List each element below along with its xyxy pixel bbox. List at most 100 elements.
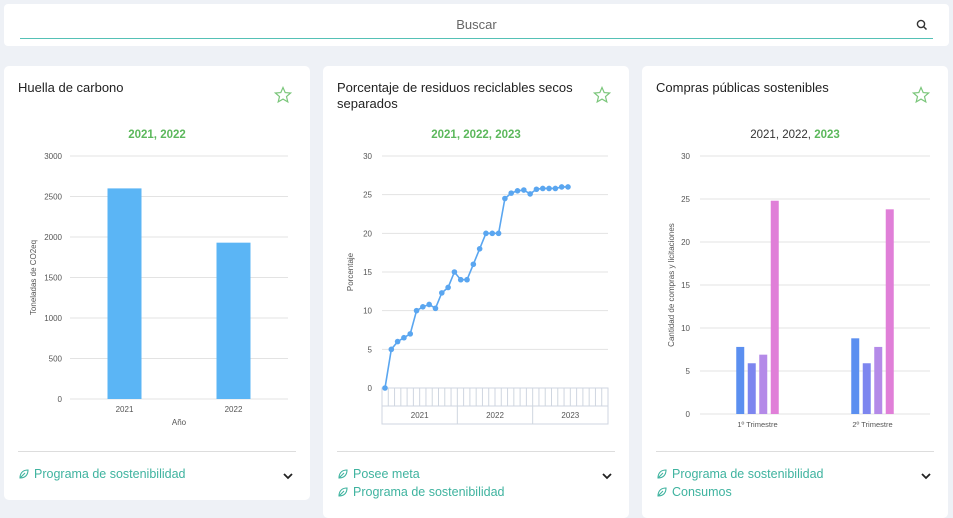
data-point (382, 385, 388, 391)
data-point (495, 230, 502, 237)
data-point (552, 185, 559, 192)
y-tick-label: 2500 (44, 193, 62, 202)
carbon-bar-chart: 0 500 1000 1500 2000 2500 3000 2021 2022 Año Tonel… (29, 152, 288, 427)
footer-link-programa[interactable]: Programa de sostenibilidad (337, 485, 504, 499)
data-point (521, 187, 527, 193)
bar (874, 346, 883, 414)
year-option[interactable]: 2022 (463, 129, 489, 141)
bar (216, 242, 251, 399)
data-point (464, 276, 470, 283)
y-tick-label: 0 (686, 410, 691, 419)
chevron-down-icon[interactable] (601, 470, 613, 482)
x-group-label: 2021 (411, 411, 429, 420)
footer-link-programa[interactable]: Programa de sostenibilidad (18, 467, 185, 481)
y-tick-label: 20 (681, 238, 690, 247)
y-tick-label: 1500 (44, 274, 62, 283)
data-point (451, 269, 458, 275)
footer-link-label: Posee meta (353, 467, 420, 481)
search-input[interactable]: Buscar (4, 17, 949, 32)
year-option[interactable]: 2021 (128, 129, 154, 141)
recycling-line-chart: 0 5 10 15 20 25 30 2021 2022 2023 Porcentaje (346, 152, 609, 425)
card-huella-carbono: Huella de carbono 2021, 2022 0 500 1000 150… (4, 66, 310, 500)
data-point (539, 185, 546, 192)
y-tick-label: 20 (363, 229, 372, 238)
x-tick-label: 1º Trimestre (737, 420, 777, 429)
year-filter: 2021, 2022, 2023 (750, 129, 840, 141)
data-point (407, 331, 414, 337)
y-tick-label: 30 (681, 152, 690, 161)
card-title: Compras públicas sostenibles (656, 80, 829, 95)
year-filter: 2021, 2022 (128, 129, 186, 141)
data-point (527, 191, 533, 197)
card-title: Huella de carbono (18, 80, 124, 95)
footer-link-label: Programa de sostenibilidad (353, 485, 505, 499)
footer-link-label: Consumos (672, 485, 732, 499)
footer-link-consumos[interactable]: Consumos (656, 485, 732, 499)
data-point (420, 304, 426, 310)
divider (18, 451, 296, 452)
data-point (445, 284, 451, 291)
bar (747, 363, 756, 414)
footer-link-label: Programa de sostenibilidad (672, 467, 824, 481)
data-point (546, 185, 552, 192)
bar (107, 188, 142, 399)
purchases-bar-chart: 0 5 10 15 20 25 30 1º Trimestre 2º Trimestre Cant… (667, 152, 930, 429)
y-axis-label: Cantidad de compras y licitaciones (667, 223, 676, 347)
data-point (508, 190, 515, 196)
year-filter: 2021, 2022, 2023 (431, 129, 521, 141)
year-option[interactable]: 2021 (431, 129, 457, 141)
data-point (413, 307, 420, 314)
data-point (401, 334, 407, 341)
bar (759, 354, 768, 414)
series-line (384, 186, 568, 389)
data-point (457, 276, 464, 283)
divider (656, 451, 934, 452)
data-point (565, 184, 571, 190)
y-axis-label: Toneladas de CO2eq (29, 240, 38, 315)
data-point (470, 261, 477, 268)
year-option[interactable]: 2023 (495, 129, 521, 141)
x-tick-label: 2021 (116, 405, 134, 414)
y-tick-label: 10 (363, 307, 372, 316)
bar (736, 346, 745, 414)
star-icon[interactable] (912, 86, 930, 104)
footer-link-meta[interactable]: Posee meta (337, 467, 420, 481)
chevron-down-icon[interactable] (282, 470, 294, 482)
y-tick-label: 3000 (44, 152, 62, 161)
data-point (483, 230, 489, 237)
leaf-icon (338, 487, 348, 497)
leaf-icon (657, 469, 667, 479)
search-bar: Buscar (4, 4, 949, 46)
leaf-icon (19, 469, 29, 479)
footer-link-label: Programa de sostenibilidad (34, 467, 186, 481)
star-icon[interactable] (274, 86, 292, 104)
y-tick-label: 25 (363, 191, 372, 200)
y-tick-label: 15 (363, 268, 372, 277)
bar (770, 200, 779, 414)
bar (851, 338, 860, 414)
data-point (432, 305, 439, 312)
search-icon[interactable] (915, 18, 929, 32)
year-option[interactable]: 2023 (814, 129, 840, 141)
x-group-label: 2022 (486, 411, 504, 420)
y-tick-label: 500 (49, 355, 63, 364)
year-option[interactable]: 2022 (160, 129, 186, 141)
data-point (476, 246, 483, 252)
data-point (502, 195, 508, 202)
chevron-down-icon[interactable] (920, 470, 932, 482)
y-tick-label: 0 (368, 384, 373, 393)
x-tick-label: 2º Trimestre (852, 420, 892, 429)
data-point (533, 186, 540, 193)
data-point (514, 188, 521, 194)
star-icon[interactable] (593, 86, 611, 104)
y-tick-label: 15 (681, 281, 690, 290)
year-option[interactable]: 2021 (750, 129, 776, 141)
leaf-icon (338, 469, 348, 479)
x-tick-label: 2022 (225, 405, 243, 414)
data-point (394, 338, 401, 345)
footer-link-programa[interactable]: Programa de sostenibilidad (656, 467, 823, 481)
year-option[interactable]: 2022 (782, 129, 808, 141)
search-underline (20, 38, 933, 39)
y-tick-label: 0 (58, 395, 63, 404)
leaf-icon (657, 487, 667, 497)
